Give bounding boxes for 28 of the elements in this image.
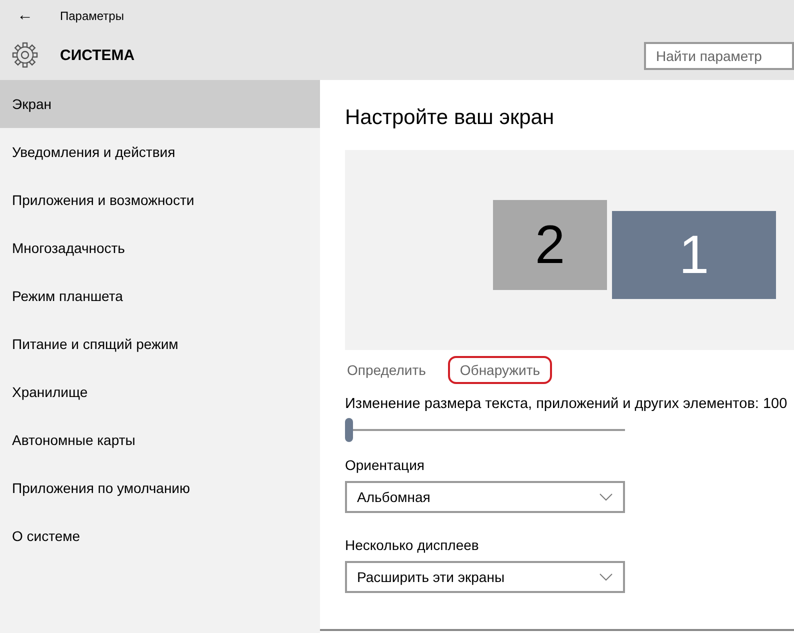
back-button[interactable]: ← [0, 7, 50, 25]
chevron-icon [599, 573, 613, 581]
slider-thumb[interactable] [345, 418, 353, 442]
sidebar-item[interactable]: Автономные карты [0, 416, 320, 464]
slider-label: Изменение размера текста, приложений и других элементов: 100 [345, 396, 788, 412]
search-field[interactable]: Найти параметр [644, 42, 794, 70]
sidebar-item[interactable]: Режим планшета [0, 272, 320, 320]
dropdown[interactable]: Расширить эти экраны [345, 561, 625, 593]
dropdown-label: Ориентация [345, 457, 426, 473]
link[interactable]: Обнаружить [448, 356, 552, 384]
link[interactable]: Определить [345, 356, 438, 384]
sidebar-item[interactable]: Приложения и возможности [0, 176, 320, 224]
section-title: СИСТЕМА [60, 46, 136, 64]
dropdown-label: Несколько дисплеев [345, 537, 480, 553]
monitor-tile[interactable]: 1 [612, 211, 776, 299]
dropdown[interactable]: Альбомная [345, 481, 625, 513]
sidebar-item[interactable]: Уведомления и действия [0, 128, 320, 176]
gear-icon [12, 42, 38, 68]
sidebar-item[interactable]: О системе [0, 512, 320, 560]
window-title: Параметры [60, 9, 124, 23]
page-title: Настройте ваш экран [345, 106, 556, 131]
sidebar-item[interactable]: Экран [0, 80, 320, 128]
sidebar-item[interactable]: Приложения по умолчанию [0, 464, 320, 512]
sidebar-item[interactable]: Многозадачность [0, 224, 320, 272]
sidebar-item[interactable]: Хранилище [0, 368, 320, 416]
monitor-tile[interactable]: 2 [493, 200, 607, 290]
chevron-icon [599, 493, 613, 501]
sidebar-item[interactable]: Питание и спящий режим [0, 320, 320, 368]
